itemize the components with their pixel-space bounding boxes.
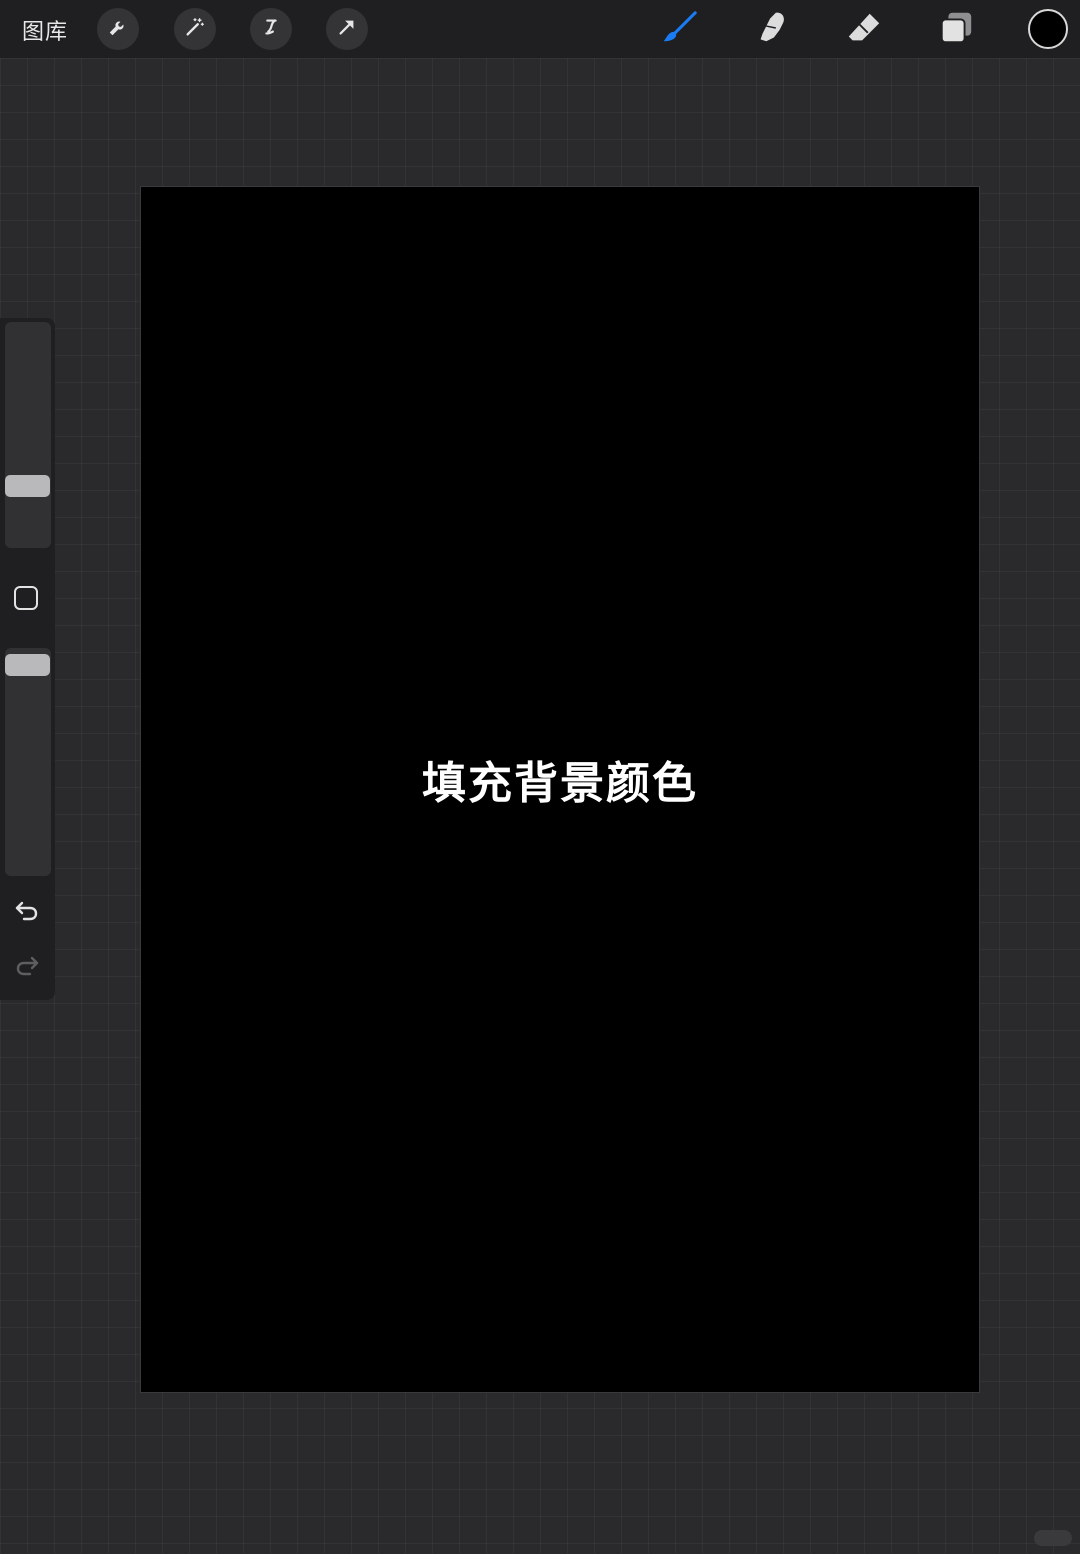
undo-icon[interactable] xyxy=(13,896,41,924)
redo-icon[interactable] xyxy=(13,951,41,979)
actions-button[interactable] xyxy=(97,8,139,50)
brush-size-slider[interactable] xyxy=(5,322,51,548)
magic-wand-icon xyxy=(184,16,206,42)
canvas-caption: 填充背景颜色 xyxy=(422,758,698,809)
smudge-finger-icon xyxy=(753,9,791,51)
drawing-canvas[interactable]: 填充背景颜色 xyxy=(141,187,979,1392)
layers-icon xyxy=(937,9,975,51)
selection-button[interactable] xyxy=(250,8,292,50)
color-picker-button[interactable] xyxy=(1028,9,1068,49)
arrow-cursor-icon xyxy=(336,16,358,42)
layers-tool-button[interactable] xyxy=(936,10,976,50)
paint-tool-button[interactable] xyxy=(660,10,700,50)
top-toolbar: 图库 xyxy=(0,0,1080,58)
smudge-tool-button[interactable] xyxy=(752,10,792,50)
adjustments-button[interactable] xyxy=(174,8,216,50)
gallery-button[interactable]: 图库 xyxy=(22,14,68,46)
brush-icon xyxy=(661,9,699,51)
opacity-thumb[interactable] xyxy=(5,654,50,676)
eraser-icon xyxy=(845,9,883,51)
modify-button[interactable] xyxy=(14,586,38,610)
wrench-icon xyxy=(107,16,129,42)
selection-s-icon xyxy=(260,16,282,42)
opacity-slider[interactable] xyxy=(5,648,51,876)
transform-button[interactable] xyxy=(326,8,368,50)
eraser-tool-button[interactable] xyxy=(844,10,884,50)
watermark xyxy=(1034,1530,1072,1546)
brush-size-thumb[interactable] xyxy=(5,475,50,497)
left-sidebar xyxy=(0,318,55,1000)
